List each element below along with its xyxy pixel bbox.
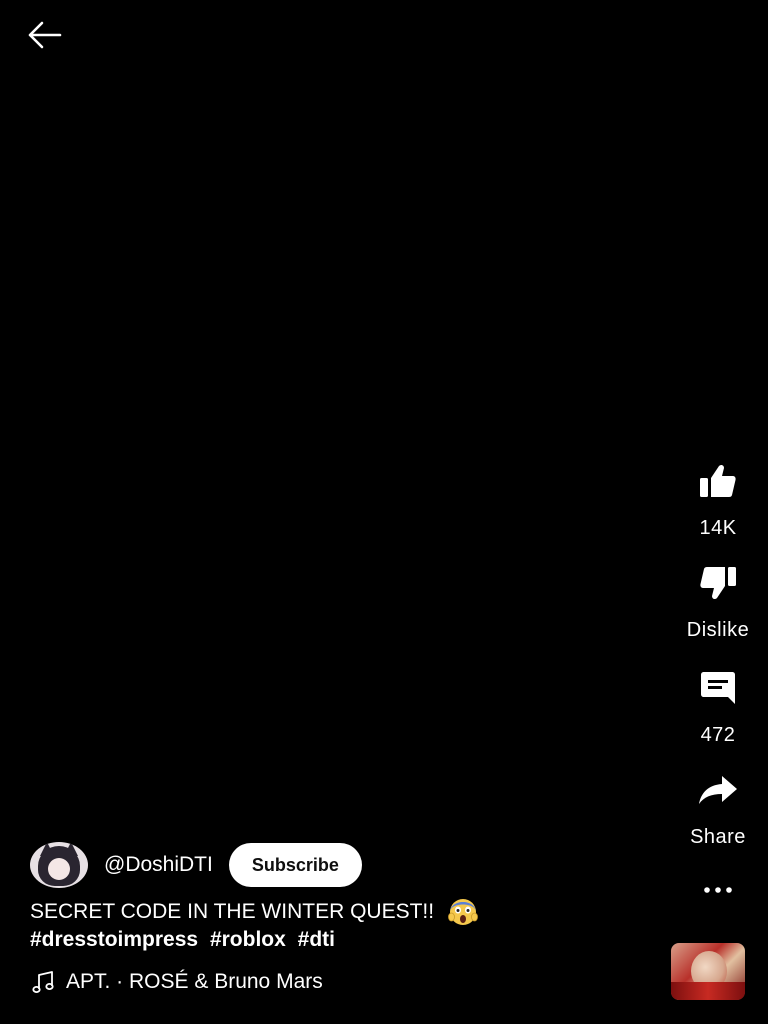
- back-button[interactable]: [22, 18, 66, 52]
- video-title-row: SECRET CODE IN THE WINTER QUEST!!: [30, 898, 478, 926]
- sound-thumbnail-band: [671, 982, 745, 1000]
- hashtag-link[interactable]: #dti: [298, 928, 335, 951]
- channel-row: @DoshiDTI Subscribe: [30, 842, 362, 888]
- hashtags: #dresstoimpress #roblox #dti: [30, 926, 341, 954]
- more-horizontal-icon: [704, 887, 732, 893]
- dislike-button[interactable]: [698, 563, 738, 603]
- comment-button[interactable]: [698, 668, 738, 708]
- channel-handle[interactable]: @DoshiDTI: [104, 853, 213, 877]
- avatar-ear-left: [40, 842, 54, 856]
- hashtag-link[interactable]: #roblox: [210, 928, 286, 951]
- thumb-down-icon: [700, 567, 736, 600]
- share-action: Share: [668, 770, 768, 849]
- face-screaming-in-fear-icon: [448, 899, 478, 926]
- channel-avatar[interactable]: [30, 842, 88, 888]
- sound-thumbnail[interactable]: [671, 943, 745, 1000]
- music-label: APT. · ROSÉ & Bruno Mars: [66, 970, 323, 993]
- comment-icon: [701, 672, 735, 704]
- share-button[interactable]: [698, 770, 738, 810]
- avatar-ear-right: [64, 842, 78, 856]
- dislike-label: Dislike: [686, 619, 750, 641]
- comment-action: 472: [668, 668, 768, 747]
- music-row[interactable]: APT. · ROSÉ & Bruno Mars: [32, 970, 323, 994]
- subscribe-button[interactable]: Subscribe: [228, 843, 362, 887]
- thumb-up-icon: [700, 464, 736, 497]
- like-action: 14K: [668, 461, 768, 540]
- more-options-button[interactable]: [668, 870, 768, 910]
- like-button[interactable]: [698, 461, 738, 501]
- avatar-face: [48, 858, 70, 880]
- music-note-icon: [32, 971, 54, 993]
- hashtag-link[interactable]: #dresstoimpress: [30, 928, 198, 951]
- like-count: 14K: [699, 517, 737, 539]
- share-label: Share: [690, 826, 746, 848]
- comment-count: 472: [700, 724, 736, 746]
- dislike-action: Dislike: [668, 563, 768, 642]
- share-arrow-icon: [699, 776, 737, 804]
- video-title: SECRET CODE IN THE WINTER QUEST!!: [30, 900, 435, 923]
- arrow-left-icon: [28, 21, 62, 49]
